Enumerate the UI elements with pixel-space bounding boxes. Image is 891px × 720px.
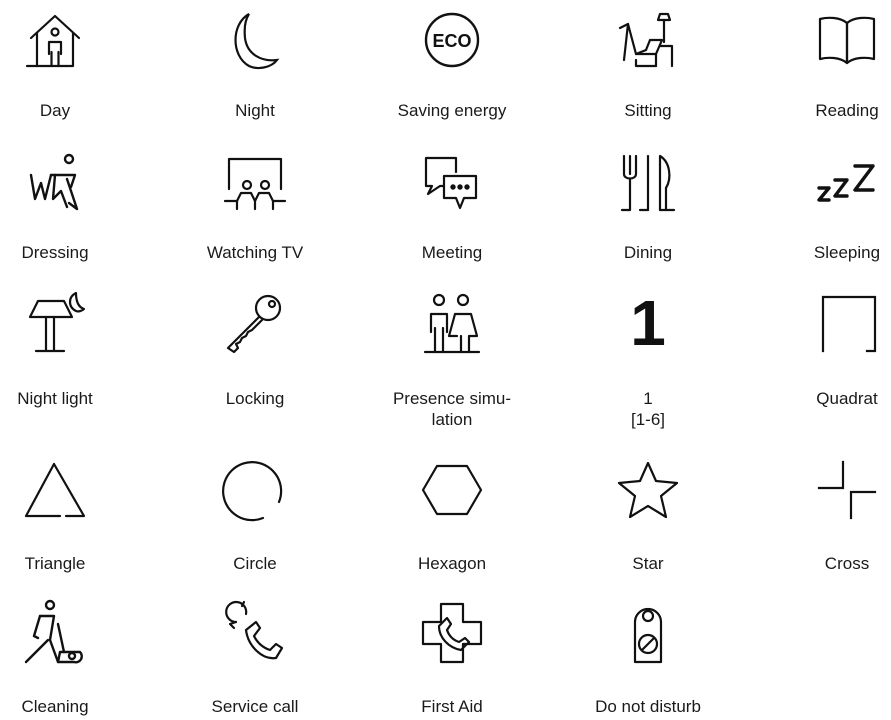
key-icon <box>210 288 300 358</box>
icon-label: Meeting <box>421 243 483 262</box>
icon-label: Dressing <box>21 243 89 262</box>
icon-label: Sitting <box>624 101 672 120</box>
armchair-lamp-icon <box>603 5 693 75</box>
dressing-icon <box>10 148 100 218</box>
icon-label: First Aid <box>421 697 483 716</box>
icon-label: Do not disturb <box>595 697 701 716</box>
door-hanger-icon <box>603 598 693 668</box>
cleaning-vacuum-icon <box>10 598 100 668</box>
icon-label: Night light <box>17 389 93 408</box>
open-book-icon <box>802 5 891 75</box>
number-one-glyph: 1 <box>630 287 666 359</box>
triangle-icon <box>10 455 100 525</box>
number-one-icon: 1 <box>603 288 693 358</box>
icon-label: Reading <box>815 101 879 120</box>
hexagon-icon <box>407 455 497 525</box>
icon-label-line2: [1-6] <box>630 410 666 429</box>
icon-label: Quadrat <box>816 389 878 408</box>
icon-label: Star <box>632 554 664 573</box>
presence-people-icon <box>407 288 497 358</box>
icon-label-line2: lation <box>431 410 473 429</box>
icon-label: Night <box>235 101 275 120</box>
meeting-chat-icon <box>407 148 497 218</box>
icon-label: Sleeping <box>813 243 881 262</box>
icon-label: Circle <box>233 554 277 573</box>
service-call-icon <box>210 598 300 668</box>
icon-label-multiline: 1 [1-6] <box>563 388 733 430</box>
eco-icon: ECO <box>407 5 497 75</box>
house-person-icon <box>10 5 100 75</box>
icon-label-line1: 1 <box>643 389 653 408</box>
moon-icon <box>210 5 300 75</box>
icon-label: Hexagon <box>417 554 487 573</box>
cross-icon <box>802 455 891 525</box>
night-lamp-icon <box>10 288 100 358</box>
icon-label: Locking <box>225 389 285 408</box>
icon-label: Cross <box>824 554 870 573</box>
icon-label-line1: Presence simu- <box>392 389 512 408</box>
circle-icon <box>210 455 300 525</box>
icon-label: Watching TV <box>206 243 304 262</box>
icon-label: Saving energy <box>397 101 507 120</box>
first-aid-phone-icon <box>407 598 497 668</box>
icon-label: Day <box>39 101 71 120</box>
icon-label: Cleaning <box>21 697 89 716</box>
star-icon <box>603 455 693 525</box>
dining-cutlery-icon <box>603 148 693 218</box>
eco-text: ECO <box>432 31 471 51</box>
icon-label: Service call <box>211 697 299 716</box>
sleeping-zzz-icon <box>802 148 891 218</box>
icon-label-multiline: Presence simu- lation <box>367 388 537 430</box>
icon-label: Triangle <box>24 554 86 573</box>
square-icon <box>802 288 891 358</box>
watching-tv-icon <box>210 148 300 218</box>
icon-label: Dining <box>623 243 673 262</box>
